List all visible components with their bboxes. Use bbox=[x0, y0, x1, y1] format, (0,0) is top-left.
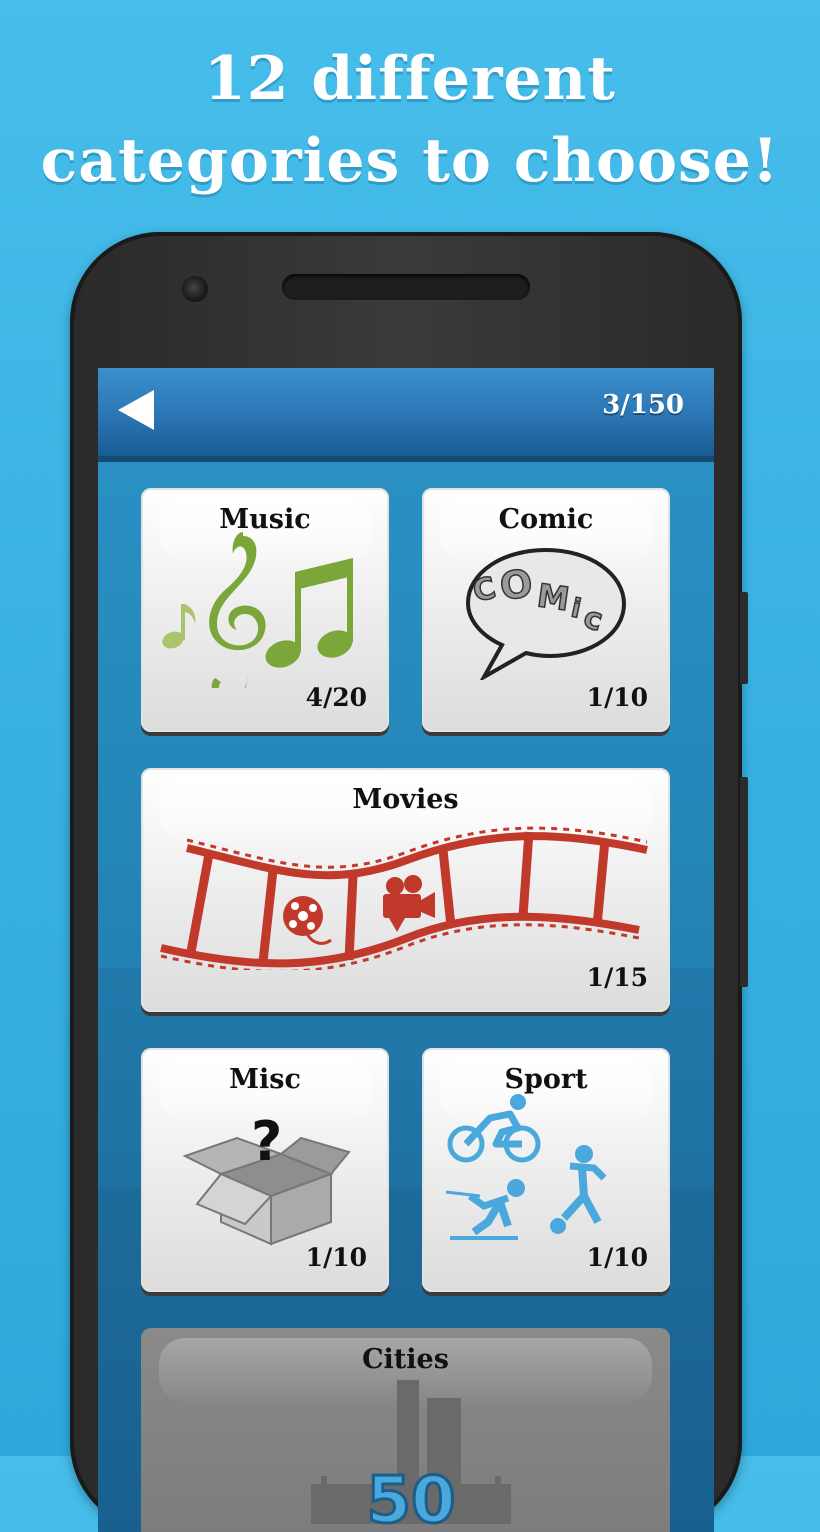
category-title: Misc bbox=[229, 1064, 301, 1095]
category-progress: 1/10 bbox=[586, 1243, 648, 1272]
top-bar: 3/150 bbox=[98, 368, 714, 462]
front-camera bbox=[182, 276, 208, 302]
volume-button bbox=[740, 592, 748, 684]
sport-figures-icon bbox=[445, 1094, 607, 1240]
svg-text:O: O bbox=[497, 561, 535, 609]
category-comic[interactable]: Comic C O M i c 1/10 bbox=[422, 488, 670, 732]
category-title: Cities bbox=[362, 1344, 449, 1375]
category-title: Comic bbox=[498, 504, 594, 535]
category-misc[interactable]: Misc ? 1/10 bbox=[141, 1048, 389, 1292]
locked-requirement: 50 bbox=[366, 1464, 455, 1532]
total-progress: 3/150 bbox=[602, 390, 684, 420]
category-progress: 4/20 bbox=[305, 683, 367, 712]
phone-frame: 3/150 Music 4/20 Comic C O M i c 1/10 Mo… bbox=[70, 232, 748, 1532]
category-title: Music bbox=[219, 504, 311, 535]
comic-bubble-icon: C O M i c bbox=[465, 547, 627, 680]
film-strip-icon bbox=[160, 826, 648, 970]
category-movies[interactable]: Movies 1/15 bbox=[141, 768, 670, 1012]
category-title: Movies bbox=[352, 784, 459, 815]
music-notes-icon bbox=[162, 532, 353, 688]
category-progress: 1/10 bbox=[305, 1243, 367, 1272]
back-arrow-icon[interactable] bbox=[118, 390, 154, 430]
category-sport[interactable]: Sport 1/10 bbox=[422, 1048, 670, 1292]
promo-line-1: 12 different bbox=[203, 44, 617, 114]
promo-line-2: categories to choose! bbox=[40, 126, 780, 196]
category-progress: 1/10 bbox=[586, 683, 648, 712]
category-progress: 1/15 bbox=[586, 963, 648, 992]
category-music[interactable]: Music 4/20 bbox=[141, 488, 389, 732]
category-cities[interactable]: Cities 50 bbox=[141, 1328, 670, 1532]
power-button bbox=[740, 777, 748, 987]
mystery-box-icon: ? bbox=[182, 1110, 351, 1246]
promo-headline: 12 different categories to choose! bbox=[0, 38, 820, 202]
svg-text:?: ? bbox=[251, 1110, 282, 1173]
app-screen: 3/150 Music 4/20 Comic C O M i c 1/10 Mo… bbox=[98, 368, 714, 1532]
city-skyline-icon: 50 bbox=[311, 1380, 511, 1532]
category-title: Sport bbox=[504, 1064, 588, 1095]
speaker-grille bbox=[282, 274, 530, 300]
svg-text:M: M bbox=[535, 576, 572, 618]
